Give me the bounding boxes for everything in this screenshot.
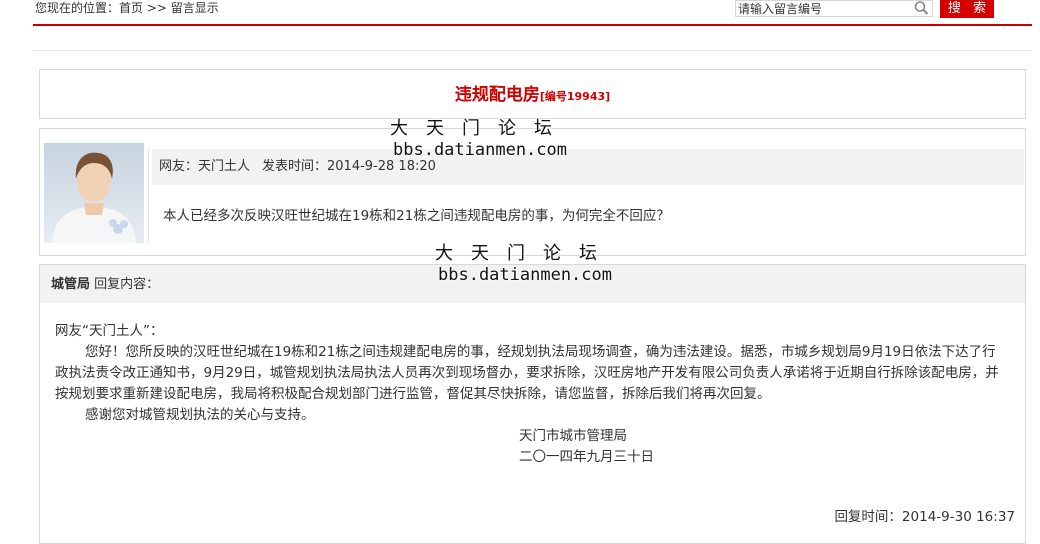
reply-time: 回复时间：2014-9-30 16:37 [834,509,1015,525]
message-title: 违规配电房 [454,85,540,105]
breadcrumb-prefix: 您现在的位置： [35,1,120,15]
watermark-url: bbs.datianmen.com [393,139,567,160]
avatar-divider [148,149,149,243]
post-time: 发表时间：2014-9-28 18:20 [262,159,436,174]
post-author: 网友：天门土人 [159,159,251,174]
breadcrumb-separator: >> [143,1,171,15]
watermark-name: 大天门论坛 [390,118,570,139]
avatar [44,143,144,243]
reply-department: 城管局 [51,277,91,292]
watermark: 大天门论坛 bbs.datianmen.com [425,243,625,285]
reply-signature: 天门市城市管理局 [519,428,627,444]
reply-paragraph-1: 您好！您所反映的汉旺世纪城在19栋和21栋之间违规建配电房的事，经规划执法局现场… [55,344,999,402]
watermark-url: bbs.datianmen.com [438,264,612,285]
watermark: 大天门论坛 bbs.datianmen.com [380,118,580,160]
watermark-name: 大天门论坛 [435,243,615,264]
post-meta: 网友：天门土人 发表时间：2014-9-28 18:20 [152,149,1024,185]
header-divider [33,24,1032,26]
avatar-user-icon [44,143,144,243]
search-input[interactable] [735,0,933,17]
top-bar: 您现在的位置：首页 >> 留言显示 搜 索 [0,0,1040,24]
breadcrumb-home-link[interactable]: 首页 [119,1,143,15]
post-content: 本人已经多次反映汉旺世纪城在19栋和21栋之间违规配电房的事，为何完全不回应？ [163,208,670,224]
message-title-box: 违规配电房[编号19943] [39,69,1026,119]
search-button[interactable]: 搜 索 [940,0,994,18]
reply-paragraph-2: 感谢您对城管规划执法的关心与支持。 [85,407,315,423]
search-icon[interactable] [913,0,931,16]
reply-body: 网友“天门土人”： 您好！您所反映的汉旺世纪城在19栋和21栋之间违规建配电房的… [55,321,1005,468]
breadcrumb: 您现在的位置：首页 >> 留言显示 [35,0,219,16]
section-divider [33,50,1032,51]
reply-greeting: 网友“天门土人”： [55,323,164,339]
reply-header-label: 回复内容： [90,277,160,292]
message-number: [编号19943] [539,90,611,103]
reply-panel: 城管局 回复内容： 网友“天门土人”： 您好！您所反映的汉旺世纪城在19栋和21… [39,264,1026,544]
breadcrumb-current: 留言显示 [170,1,219,15]
reply-date: 二〇一四年九月三十日 [519,449,654,465]
